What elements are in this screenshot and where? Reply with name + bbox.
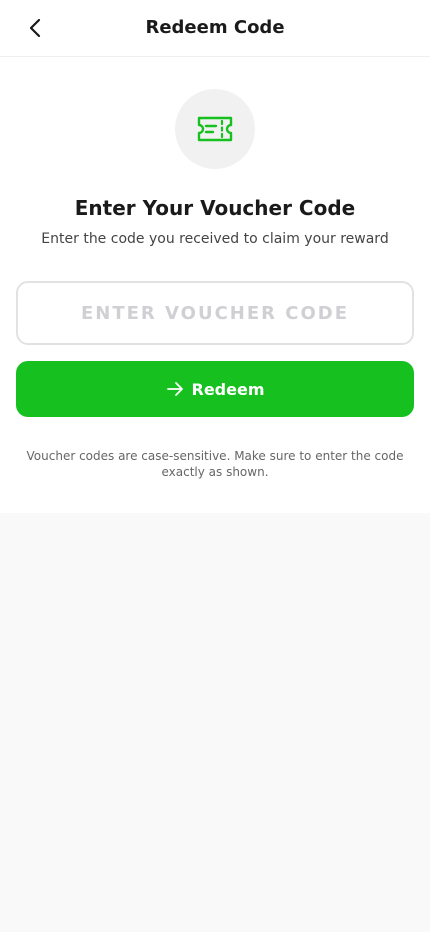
ticket-icon-container: [175, 89, 255, 169]
app-header: Redeem Code: [0, 0, 430, 57]
voucher-code-input[interactable]: [16, 281, 414, 345]
redeem-button-label: Redeem: [191, 379, 265, 399]
ticket-icon: [197, 116, 233, 142]
case-sensitivity-note: Voucher codes are case-sensitive. Make s…: [26, 449, 404, 479]
redeem-card: Enter Your Voucher Code Enter the code y…: [0, 57, 430, 513]
voucher-heading: Enter Your Voucher Code: [74, 196, 356, 220]
voucher-subtitle: Enter the code you received to claim you…: [41, 231, 389, 247]
redeem-button[interactable]: Redeem: [16, 361, 414, 417]
page-title: Redeem Code: [145, 17, 285, 38]
arrow-right-icon: [166, 382, 183, 396]
